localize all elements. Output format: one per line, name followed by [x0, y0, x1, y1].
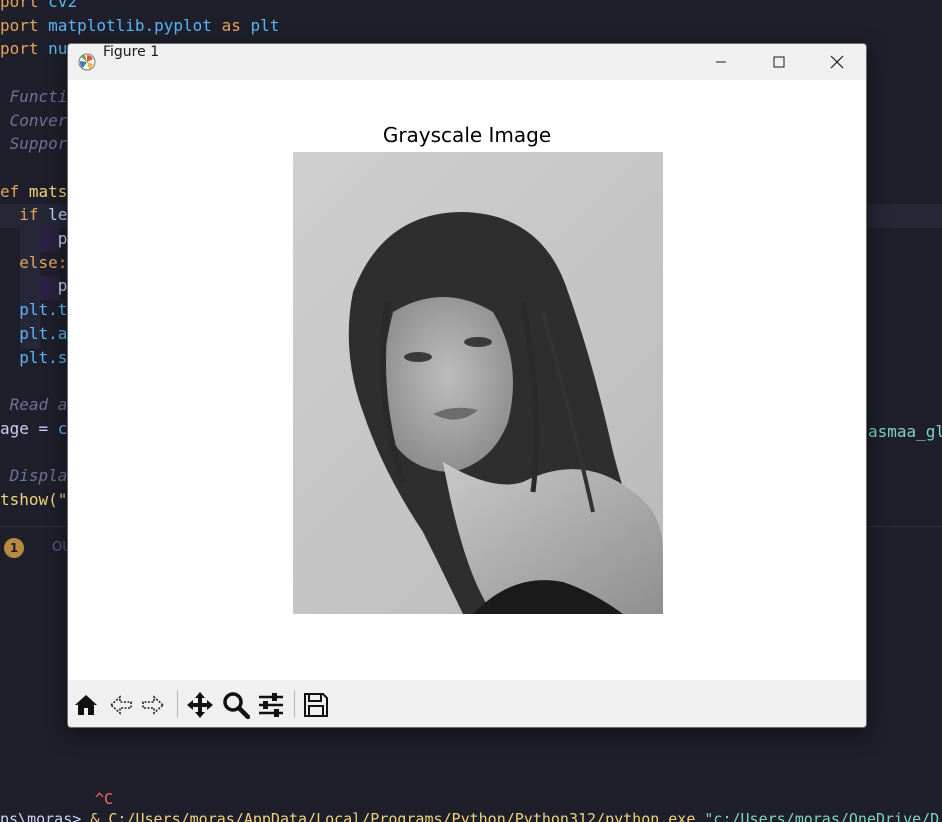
- save-button[interactable]: [301, 690, 331, 720]
- code-token: plt: [250, 15, 280, 35]
- code-line: Read an: [0, 393, 77, 417]
- code-token: ef: [0, 181, 29, 201]
- back-icon: [109, 695, 132, 715]
- code-line: age = c: [0, 417, 67, 441]
- code-token: matplotlib.pyplot: [48, 15, 222, 35]
- code-token: Read an: [0, 394, 78, 414]
- code-line: port matplotlib.pyplot as plt: [0, 14, 279, 38]
- code-token: plt.a: [0, 323, 68, 343]
- code-line: plt.s: [0, 346, 67, 370]
- code-token: p: [0, 276, 68, 296]
- code-token: Convert: [0, 110, 78, 130]
- home-button[interactable]: [71, 690, 101, 720]
- code-token: port: [0, 0, 49, 11]
- terminal-prompt: ps\moras>: [0, 810, 91, 822]
- problems-count-badge[interactable]: 1: [4, 538, 24, 558]
- code-token: p: [0, 229, 68, 248]
- terminal-interrupt: ^C: [95, 790, 114, 808]
- code-line: Convert: [0, 109, 77, 133]
- home-icon: [75, 695, 97, 715]
- code-line: else:: [0, 251, 67, 275]
- minimize-icon: [716, 61, 726, 63]
- pan-button[interactable]: [185, 690, 215, 720]
- code-line: Display: [0, 464, 77, 488]
- minimize-button[interactable]: [696, 44, 746, 80]
- code-token: nu: [48, 39, 68, 59]
- figure-canvas[interactable]: Grayscale Image: [68, 80, 866, 680]
- close-button[interactable]: [812, 44, 862, 80]
- code-line: ef matsh: [0, 180, 77, 204]
- window-title: Figure 1: [103, 44, 160, 60]
- code-token: port: [0, 39, 49, 59]
- code-line: port nu: [0, 37, 67, 61]
- window-titlebar[interactable]: Figure 1: [68, 44, 866, 80]
- code-token: as: [221, 15, 251, 35]
- code-token: plt.s: [0, 347, 68, 367]
- forward-button[interactable]: [138, 690, 168, 720]
- pan-icon: [187, 692, 213, 718]
- configure-subplots-button[interactable]: [256, 690, 286, 720]
- zoom-button[interactable]: [221, 690, 251, 720]
- code-line: p: [0, 227, 68, 251]
- code-line: port cv2: [0, 0, 77, 14]
- code-token: c: [57, 418, 68, 438]
- code-token: else:: [0, 252, 68, 272]
- code-token: cv2: [48, 0, 78, 11]
- plot-title: Grayscale Image: [382, 123, 552, 147]
- terminal-command-line: ps\moras> & C:/Users/moras/AppData/Local…: [0, 809, 939, 822]
- save-icon: [304, 693, 328, 717]
- code-token: Display: [0, 466, 78, 485]
- terminal-script-arg: "c:/Users/moras/OneDrive/D: [704, 810, 940, 822]
- configure-subplots-icon: [259, 693, 283, 717]
- maximize-button[interactable]: [754, 44, 804, 80]
- code-fragment-right: asmaa_gl: [868, 422, 942, 441]
- code-line: p: [0, 274, 68, 298]
- code-line: tshow(": [0, 488, 67, 512]
- matplotlib-logo-icon: [78, 53, 96, 71]
- code-line: Support: [0, 132, 77, 156]
- code-token: port: [0, 15, 49, 35]
- maximize-icon: [773, 56, 785, 68]
- figure-window: Figure 1 Grayscale Image: [67, 43, 867, 728]
- toolbar-separator: [294, 690, 295, 718]
- close-icon: [830, 55, 844, 69]
- navigation-toolbar: [68, 680, 866, 727]
- back-button[interactable]: [106, 690, 136, 720]
- code-line: plt.a: [0, 322, 67, 346]
- code-token: age =: [0, 418, 58, 438]
- code-token: tshow(": [0, 489, 68, 509]
- code-token: if: [0, 205, 49, 225]
- forward-icon: [142, 695, 165, 715]
- code-line: plt.t: [0, 298, 67, 322]
- code-token: Functio: [0, 86, 78, 106]
- terminal-python-path: & C:/Users/moras/AppData/Local/Programs/…: [90, 810, 705, 822]
- toolbar-separator: [177, 690, 178, 718]
- code-line: Functio: [0, 85, 77, 109]
- grayscale-portrait-image: [293, 152, 663, 614]
- code-token: Support: [0, 134, 78, 154]
- code-line: if le: [0, 203, 67, 227]
- zoom-icon: [223, 692, 250, 719]
- code-token: le: [48, 205, 68, 225]
- code-token: plt.t: [0, 300, 68, 320]
